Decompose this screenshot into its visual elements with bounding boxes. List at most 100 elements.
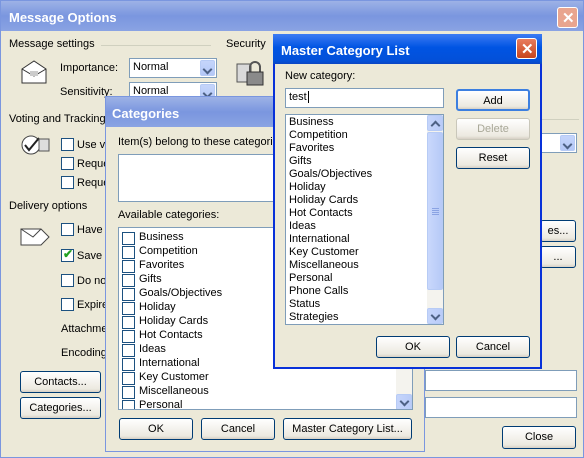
categories-title: Categories: [112, 106, 180, 121]
scroll-up-button[interactable]: [427, 115, 443, 131]
delivery-icon: [19, 223, 51, 247]
master-category-item[interactable]: Competition: [289, 129, 348, 141]
master-categories-list: Business Competition Favorites Gifts Goals/O…: [285, 114, 444, 325]
select-names-button[interactable]: es...: [540, 220, 576, 242]
encoding-label: Encoding: [61, 347, 107, 359]
category-label: Miscellaneous: [139, 385, 209, 397]
expires-checkbox[interactable]: [61, 298, 74, 311]
master-category-item[interactable]: Hot Contacts: [289, 207, 353, 219]
contacts-field[interactable]: [425, 370, 577, 391]
checkmark-icon: ✔: [63, 247, 74, 261]
master-category-list-button[interactable]: Master Category List...: [283, 418, 412, 440]
master-close-button[interactable]: ✕: [516, 38, 537, 59]
add-button[interactable]: Add: [456, 89, 530, 111]
expires-label: Expire: [77, 299, 109, 311]
close-button[interactable]: Close: [502, 426, 576, 449]
master-category-dialog: Master Category List ✕ New category: tes…: [273, 34, 542, 369]
scroll-thumb[interactable]: [427, 132, 443, 290]
right-select[interactable]: [541, 133, 577, 153]
category-label: Gifts: [139, 273, 162, 285]
category-checkbox[interactable]: [122, 260, 135, 273]
importance-select[interactable]: Normal: [129, 58, 217, 78]
master-category-item[interactable]: Holiday Cards: [289, 194, 358, 206]
available-label: Available categories:: [118, 209, 220, 221]
save-sent-checkbox[interactable]: ✔: [61, 247, 74, 262]
master-category-item[interactable]: International: [289, 233, 350, 245]
category-label: International: [139, 357, 200, 369]
category-checkbox[interactable]: [122, 386, 135, 399]
master-category-item[interactable]: Gifts: [289, 155, 312, 167]
master-scrollbar[interactable]: [427, 115, 443, 324]
have-replies-checkbox[interactable]: [61, 223, 74, 236]
category-label: Key Customer: [139, 371, 209, 383]
category-label: Business: [139, 231, 184, 243]
close-window-button[interactable]: ✕: [557, 7, 578, 28]
new-category-input[interactable]: test: [285, 88, 444, 108]
close-icon: ✕: [521, 41, 534, 58]
category-checkbox[interactable]: [122, 288, 135, 301]
do-not-deliver-checkbox[interactable]: [61, 274, 74, 287]
category-checkbox[interactable]: [122, 316, 135, 329]
category-label: Goals/Objectives: [139, 287, 223, 299]
message-options-title: Message Options: [9, 10, 117, 25]
delete-button[interactable]: Delete: [456, 118, 530, 140]
master-category-item[interactable]: Favorites: [289, 142, 334, 154]
master-category-item[interactable]: Goals/Objectives: [289, 168, 372, 180]
master-category-item[interactable]: Strategies: [289, 311, 339, 323]
master-title: Master Category List: [281, 43, 410, 58]
scroll-down-button[interactable]: [427, 308, 443, 324]
category-checkbox[interactable]: [122, 232, 135, 245]
master-category-item[interactable]: Ideas: [289, 220, 316, 232]
importance-value: Normal: [133, 61, 169, 73]
category-label: Hot Contacts: [139, 329, 203, 341]
categories-button[interactable]: Categories...: [20, 397, 101, 419]
message-settings-heading: Message settings: [9, 38, 95, 50]
chevron-down-icon: [200, 60, 215, 76]
delivery-heading: Delivery options: [9, 200, 88, 212]
divider: [541, 119, 579, 120]
master-titlebar: Master Category List: [273, 34, 542, 64]
lock-icon: [235, 58, 265, 88]
have-replies-label: Have: [77, 224, 103, 236]
use-voting-checkbox[interactable]: [61, 138, 74, 151]
voting-heading: Voting and Tracking: [9, 113, 106, 125]
category-checkbox[interactable]: [122, 330, 135, 343]
category-label: Competition: [139, 245, 198, 257]
master-category-item[interactable]: Personal: [289, 272, 332, 284]
category-label: Personal: [139, 399, 183, 410]
request-delivery-checkbox[interactable]: [61, 157, 74, 170]
envelope-icon: [19, 59, 49, 85]
master-category-item[interactable]: Business: [289, 116, 334, 128]
reset-button[interactable]: Reset: [456, 147, 530, 169]
categories-cancel-button[interactable]: Cancel: [201, 418, 275, 440]
chevron-down-icon: [560, 135, 575, 151]
attachment-label: Attachme: [61, 323, 108, 335]
request-read-checkbox[interactable]: [61, 176, 74, 189]
master-category-item[interactable]: Phone Calls: [289, 285, 348, 297]
category-label: Holiday Cards: [139, 315, 209, 327]
category-checkbox[interactable]: [122, 400, 135, 409]
message-options-titlebar: Message Options: [1, 1, 583, 31]
master-category-item[interactable]: Key Customer: [289, 246, 359, 258]
master-cancel-button[interactable]: Cancel: [456, 336, 530, 358]
category-checkbox[interactable]: [122, 372, 135, 385]
categories-field[interactable]: [425, 397, 577, 418]
scroll-down-button[interactable]: [396, 394, 412, 409]
category-checkbox[interactable]: [122, 344, 135, 357]
importance-label: Importance:: [60, 62, 119, 74]
contacts-button[interactable]: Contacts...: [20, 371, 101, 393]
category-checkbox[interactable]: [122, 274, 135, 287]
category-label: Favorites: [139, 259, 185, 271]
security-heading: Security: [226, 38, 266, 50]
new-category-value: test: [289, 91, 307, 103]
category-checkbox[interactable]: [122, 358, 135, 371]
master-category-item[interactable]: Status: [289, 298, 320, 310]
category-checkbox[interactable]: [122, 302, 135, 315]
browse-button[interactable]: ...: [540, 246, 576, 268]
categories-ok-button[interactable]: OK: [119, 418, 193, 440]
master-ok-button[interactable]: OK: [376, 336, 450, 358]
master-category-item[interactable]: Holiday: [289, 181, 326, 193]
master-category-item[interactable]: Miscellaneous: [289, 259, 359, 271]
divider: [101, 45, 211, 46]
category-checkbox[interactable]: [122, 246, 135, 259]
